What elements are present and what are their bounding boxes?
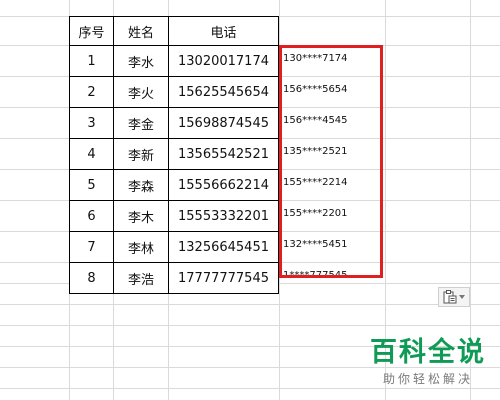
- table-row: 5 李森 15556662214: [69, 169, 279, 201]
- table-row: 7 李林 13256645451: [69, 231, 279, 263]
- cell-name[interactable]: 李新: [113, 138, 169, 170]
- chevron-down-icon: [459, 295, 465, 299]
- table-row: 4 李新 13565542521: [69, 138, 279, 170]
- cell-phone[interactable]: 17777777545: [168, 262, 279, 294]
- cell-phone[interactable]: 13565542521: [168, 138, 279, 170]
- watermark-subtitle: 助你轻松解决: [382, 372, 473, 386]
- cell-index[interactable]: 1: [69, 45, 114, 77]
- header-phone[interactable]: 电话: [168, 16, 279, 46]
- cell-name[interactable]: 李木: [113, 200, 169, 232]
- watermark-title: 百科全说: [370, 337, 486, 368]
- cell-phone[interactable]: 15625545654: [168, 76, 279, 108]
- cell-index[interactable]: 7: [69, 231, 114, 263]
- cell-phone[interactable]: 13020017174: [168, 45, 279, 77]
- header-index[interactable]: 序号: [69, 16, 114, 46]
- table-row: 8 李浩 17777777545: [69, 262, 279, 294]
- table-header-row: 序号 姓名 电话: [69, 16, 279, 46]
- cell-index[interactable]: 8: [69, 262, 114, 294]
- cell-name[interactable]: 李森: [113, 169, 169, 201]
- watermark: 百科全说 助你轻松解决: [370, 338, 486, 387]
- cell-name[interactable]: 李林: [113, 231, 169, 263]
- cell-name[interactable]: 李水: [113, 45, 169, 77]
- cell-name[interactable]: 李火: [113, 76, 169, 108]
- cell-name[interactable]: 李金: [113, 107, 169, 139]
- cell-index[interactable]: 6: [69, 200, 114, 232]
- highlight-box: [279, 45, 383, 278]
- paste-options-button[interactable]: [438, 287, 470, 307]
- cell-phone[interactable]: 15556662214: [168, 169, 279, 201]
- cell-index[interactable]: 4: [69, 138, 114, 170]
- paste-options-icon: [443, 290, 457, 304]
- cell-name[interactable]: 李浩: [113, 262, 169, 294]
- table-row: 2 李火 15625545654: [69, 76, 279, 108]
- cell-phone[interactable]: 13256645451: [168, 231, 279, 263]
- cell-index[interactable]: 3: [69, 107, 114, 139]
- table-row: 1 李水 13020017174: [69, 45, 279, 77]
- table-row: 3 李金 15698874545: [69, 107, 279, 139]
- header-name[interactable]: 姓名: [113, 16, 169, 46]
- cell-phone[interactable]: 15553332201: [168, 200, 279, 232]
- contact-table: 序号 姓名 电话 1 李水 13020017174 2 李火 156255456…: [69, 16, 279, 294]
- cell-phone[interactable]: 15698874545: [168, 107, 279, 139]
- cell-index[interactable]: 5: [69, 169, 114, 201]
- cell-index[interactable]: 2: [69, 76, 114, 108]
- table-row: 6 李木 15553332201: [69, 200, 279, 232]
